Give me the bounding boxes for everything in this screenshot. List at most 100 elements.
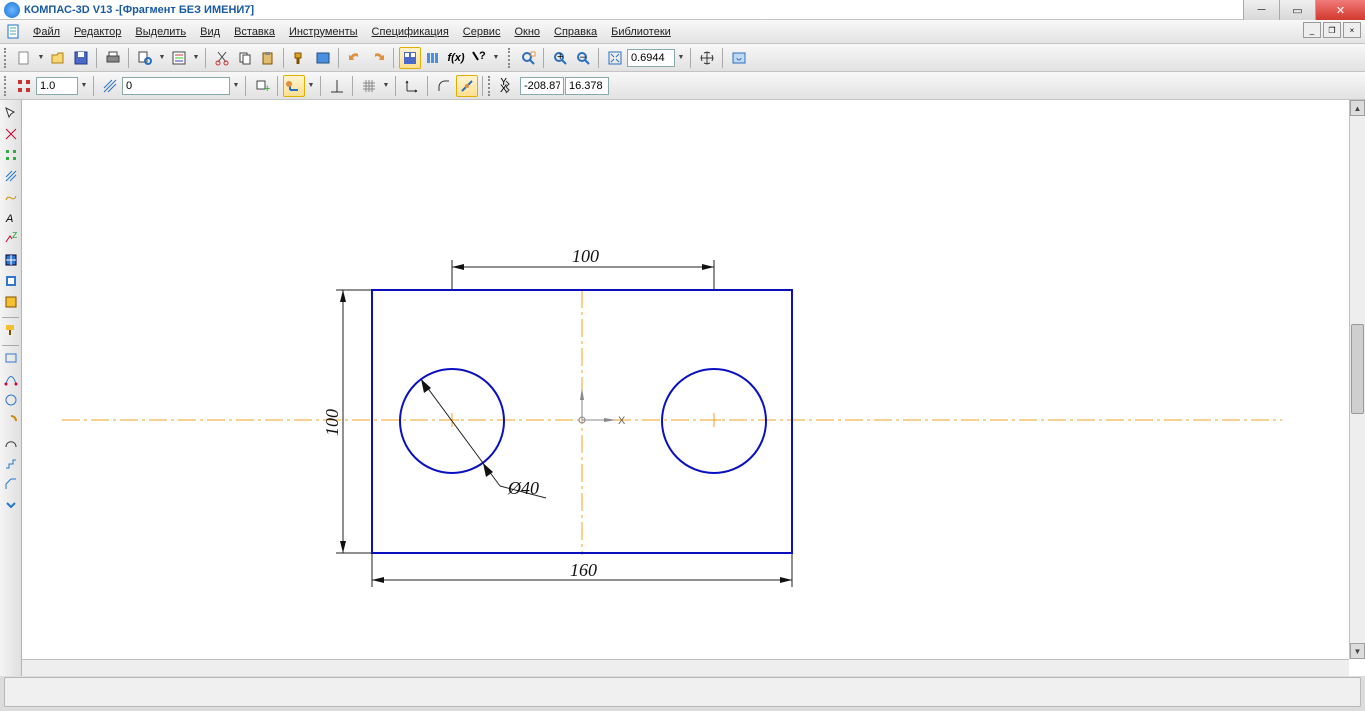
box-tool[interactable] [1,348,21,368]
props-dropdown-icon[interactable]: ▼ [191,54,201,61]
menu-help[interactable]: Справка [547,24,604,40]
paste-button[interactable] [257,47,279,69]
window-minimize-button[interactable]: ─ [1243,0,1279,20]
window-titlebar: КОМПАС-3D V13 - [Фрагмент БЕЗ ИМЕНИ7] ─ … [0,0,1365,20]
mdi-close-button[interactable]: × [1343,22,1361,38]
undo-button[interactable] [344,47,366,69]
grid-dropdown-icon[interactable]: ▼ [381,82,391,89]
new-doc-dropdown-icon[interactable]: ▼ [36,54,46,61]
window-maximize-button[interactable]: ▭ [1279,0,1315,20]
toolbar-grip-icon[interactable] [4,48,10,68]
properties-button[interactable] [168,47,190,69]
snap-on-button[interactable] [456,75,478,97]
grid-button[interactable] [358,75,380,97]
help-dropdown-icon[interactable]: ▼ [491,54,501,61]
print-button[interactable] [102,47,124,69]
svg-text:–: – [580,51,587,63]
new-doc-button[interactable] [13,47,35,69]
refresh-button[interactable] [728,47,750,69]
libraries-button[interactable] [422,47,444,69]
arc-tool[interactable] [1,411,21,431]
redo-button[interactable] [367,47,389,69]
variables-button[interactable]: f(x) [445,47,467,69]
circle-tool[interactable] [1,390,21,410]
layer-dropdown-icon[interactable]: ▼ [231,82,241,89]
coords-local-button[interactable] [401,75,423,97]
save-button[interactable] [70,47,92,69]
toolbar-grip-icon[interactable] [488,76,494,96]
spec-tool[interactable] [1,292,21,312]
open-button[interactable] [47,47,69,69]
doc-menu-icon[interactable] [6,24,22,40]
vertical-scrollbar[interactable]: ▲ ▼ [1349,100,1365,659]
zoom-window-button[interactable] [517,47,539,69]
help-context-button[interactable]: ? [468,47,490,69]
zoom-value-input[interactable] [627,49,675,67]
round-button[interactable] [433,75,455,97]
layer-hatch-button[interactable] [99,75,121,97]
preview-dropdown-icon[interactable]: ▼ [157,54,167,61]
ellipse-tool[interactable] [1,432,21,452]
spline-tool[interactable] [1,187,21,207]
select-tool[interactable] [1,103,21,123]
preview-button[interactable] [134,47,156,69]
zoom-out-button[interactable]: – [572,47,594,69]
curve-edit-tool[interactable] [1,369,21,389]
menu-view[interactable]: Вид [193,24,227,40]
menu-select[interactable]: Выделить [128,24,193,40]
format-painter-button[interactable] [289,47,311,69]
cut-button[interactable] [211,47,233,69]
drawing-canvas[interactable]: X 100 100 [22,100,1365,676]
hatch-tool[interactable] [1,166,21,186]
scale-dropdown-icon[interactable]: ▼ [79,82,89,89]
text-tool[interactable]: A [1,208,21,228]
roughness-tool[interactable]: z [1,229,21,249]
window-close-button[interactable]: ✕ [1315,0,1365,20]
dimensions-tool[interactable] [1,145,21,165]
scroll-down-arrow-icon[interactable]: ▼ [1350,643,1365,659]
zoom-in-button[interactable]: + [549,47,571,69]
style-button[interactable] [312,47,334,69]
geometry-tool[interactable] [1,124,21,144]
layer-plus-button[interactable]: + [251,75,273,97]
menu-window[interactable]: Окно [507,24,547,40]
mdi-restore-button[interactable]: ❐ [1323,22,1341,38]
layer-input[interactable] [122,77,230,95]
mdi-minimize-button[interactable]: _ [1303,22,1321,38]
toolbar-grip-icon[interactable] [4,76,10,96]
menu-service[interactable]: Сервис [456,24,508,40]
coord-y-input[interactable] [565,77,609,95]
scale-input[interactable] [36,77,78,95]
ortho-dropdown-icon[interactable]: ▼ [306,82,316,89]
menu-file[interactable]: Файл [26,24,67,40]
menu-spec[interactable]: Спецификация [365,24,456,40]
menu-tools[interactable]: Инструменты [282,24,365,40]
ortho-button[interactable] [283,75,305,97]
left-toolbar: A z [0,100,22,676]
snap-chain-tool[interactable] [1,453,21,473]
zoom-fit-button[interactable] [604,47,626,69]
menu-edit[interactable]: Редактор [67,24,128,40]
snap-grid-button[interactable] [13,75,35,97]
copy-button[interactable] [234,47,256,69]
menu-libs[interactable]: Библиотеки [604,24,678,40]
coords-yx-button[interactable]: YX [497,75,519,97]
more-tool[interactable] [1,495,21,515]
perpendicular-button[interactable] [326,75,348,97]
menu-bar: Файл Редактор Выделить Вид Вставка Инстр… [0,20,1365,44]
horizontal-scrollbar[interactable] [22,659,1349,676]
scroll-thumb[interactable] [1351,324,1364,414]
table-tool[interactable] [1,250,21,270]
pan-button[interactable] [696,47,718,69]
format-tool[interactable] [1,320,21,340]
toolbar-grip-icon[interactable] [508,48,514,68]
manager-button[interactable] [399,47,421,69]
chamfer-tool[interactable] [1,474,21,494]
svg-text:+: + [264,83,270,94]
coord-x-input[interactable] [520,77,564,95]
zoom-dropdown-icon[interactable]: ▼ [676,54,686,61]
doc-tree-tool[interactable] [1,271,21,291]
svg-text:100: 100 [572,246,599,266]
scroll-up-arrow-icon[interactable]: ▲ [1350,100,1365,116]
menu-insert[interactable]: Вставка [227,24,282,40]
